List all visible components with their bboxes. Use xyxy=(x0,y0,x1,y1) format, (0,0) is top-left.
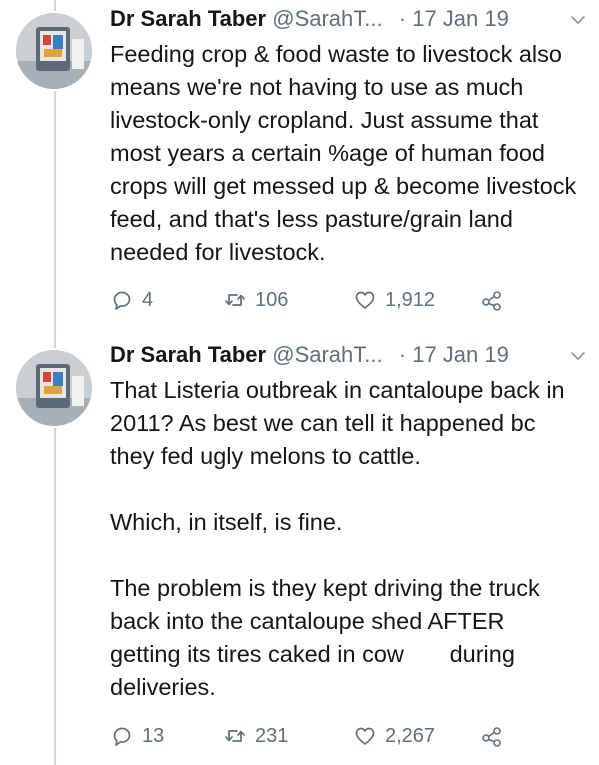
share-nodes-icon xyxy=(482,291,501,311)
tweet-header: Dr Sarah Taber @SarahT... · 17 Jan 19 xyxy=(110,340,590,370)
like-button[interactable]: 1,912 xyxy=(353,286,435,314)
reply-button[interactable]: 13 xyxy=(110,722,164,750)
share-button[interactable] xyxy=(480,286,512,314)
speech-bubble-icon xyxy=(113,291,131,310)
reply-count: 13 xyxy=(142,724,165,747)
author-handle[interactable]: @SarahT... xyxy=(272,6,382,31)
tweet-header: Dr Sarah Taber @SarahT... · 17 Jan 19 xyxy=(110,4,590,34)
reply-button[interactable]: 4 xyxy=(110,286,153,314)
tweet-paragraph: The problem is they kept driving the tru… xyxy=(110,575,547,700)
tweet[interactable]: Dr Sarah Taber @SarahT... · 17 Jan 19 Fe… xyxy=(0,0,599,330)
tweet-actions: 4 106 1,912 xyxy=(110,286,590,314)
retweet-button[interactable]: 106 xyxy=(223,286,288,314)
tweet-text: That Listeria outbreak in cantaloupe bac… xyxy=(110,374,580,704)
heart-icon xyxy=(355,727,375,745)
author-name[interactable]: Dr Sarah Taber xyxy=(110,6,266,31)
speech-bubble-icon xyxy=(113,727,131,746)
tweet-text: Feeding crop & food waste to livestock a… xyxy=(110,41,583,265)
retweet-button[interactable]: 231 xyxy=(223,722,288,750)
tweet-actions: 13 231 2,267 xyxy=(110,722,590,750)
chevron-down-icon[interactable] xyxy=(570,12,586,28)
share-nodes-icon xyxy=(482,727,501,747)
retweet-count: 106 xyxy=(255,288,289,311)
author-name[interactable]: Dr Sarah Taber xyxy=(110,342,266,367)
like-count: 1,912 xyxy=(385,288,436,311)
retweet-count: 231 xyxy=(255,724,289,747)
avatar[interactable] xyxy=(14,11,94,91)
retweet-arrows-icon xyxy=(225,730,245,742)
tweet-paragraph: That Listeria outbreak in cantaloupe bac… xyxy=(110,377,565,469)
date-separator: · xyxy=(398,6,407,31)
avatar[interactable] xyxy=(14,348,94,428)
date-separator: · xyxy=(398,342,407,367)
like-button[interactable]: 2,267 xyxy=(353,722,435,750)
reply-count: 4 xyxy=(142,288,154,311)
tweet-date[interactable]: 17 Jan 19 xyxy=(412,6,509,31)
chevron-down-icon[interactable] xyxy=(570,348,586,364)
tweet[interactable]: Dr Sarah Taber @SarahT... · 17 Jan 19 Th… xyxy=(0,336,599,765)
heart-icon xyxy=(355,291,375,309)
author-handle[interactable]: @SarahT... xyxy=(272,342,382,367)
tweet-date[interactable]: 17 Jan 19 xyxy=(412,342,509,367)
retweet-arrows-icon xyxy=(225,294,245,306)
share-button[interactable] xyxy=(480,722,512,750)
tweet-paragraph: Which, in itself, is fine. xyxy=(110,509,343,535)
like-count: 2,267 xyxy=(385,724,436,747)
